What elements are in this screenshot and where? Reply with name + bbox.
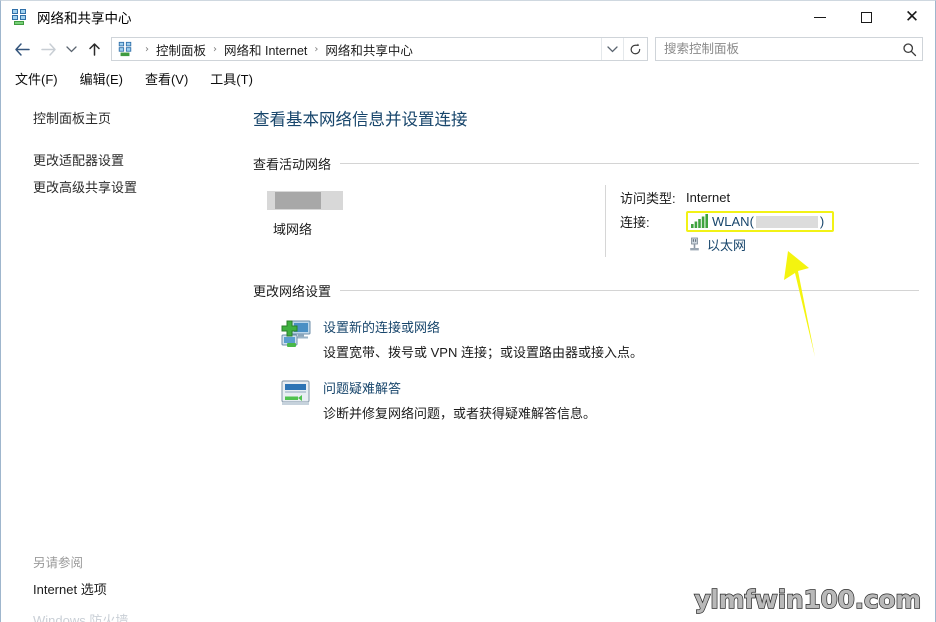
- address-bar[interactable]: › 控制面板 › 网络和 Internet › 网络和共享中心: [111, 37, 648, 61]
- breadcrumb-item-2[interactable]: 网络和共享中心: [324, 40, 414, 59]
- title-bar: 网络和共享中心 ✕: [1, 1, 935, 33]
- wlan-paren-close: ): [819, 213, 825, 229]
- option-troubleshoot[interactable]: 问题疑难解答 诊断并修复网络问题，或者获得疑难解答信息。: [253, 377, 919, 422]
- minimize-button[interactable]: [797, 1, 843, 33]
- breadcrumb-separator: ›: [213, 43, 218, 55]
- recent-locations-button[interactable]: [61, 36, 81, 62]
- wlan-connection-wrap: WLAN(): [686, 210, 835, 232]
- see-also-section: 另请参阅 Internet 选项 Windows 防火墙: [1, 552, 233, 622]
- wlan-link[interactable]: WLAN(): [712, 214, 824, 229]
- ethernet-link[interactable]: 以太网: [707, 235, 746, 254]
- menu-file[interactable]: 文件(F): [13, 67, 60, 90]
- menu-bar: 文件(F) 编辑(E) 查看(V) 工具(T): [1, 65, 935, 91]
- address-dropdown-button[interactable]: [601, 38, 623, 60]
- breadcrumb-item-0[interactable]: 控制面板: [155, 40, 207, 59]
- active-network-identity: 域网络: [253, 185, 605, 257]
- minimize-icon: [814, 16, 826, 18]
- see-also-title: 另请参阅: [33, 556, 84, 570]
- maximize-icon: [860, 11, 872, 23]
- up-arrow-icon: [88, 42, 100, 56]
- connections-label: 连接:: [620, 214, 650, 230]
- search-icon: [896, 42, 922, 57]
- active-network-details: 访问类型: Internet 连接: WLAN() 以太网: [605, 185, 919, 257]
- network-sharing-icon: [10, 8, 28, 26]
- option-new-connection[interactable]: 设置新的连接或网络 设置宽带、拨号或 VPN 连接；或设置路由器或接入点。: [253, 316, 919, 361]
- access-type-label: 访问类型:: [620, 190, 676, 206]
- breadcrumb-separator: ›: [314, 43, 319, 55]
- access-type-row: 访问类型: Internet: [620, 187, 919, 207]
- wlan-highlight-box: WLAN(): [686, 210, 835, 232]
- search-box[interactable]: [655, 37, 923, 61]
- window-body: 控制面板主页 更改适配器设置 更改高级共享设置 另请参阅 Internet 选项…: [1, 91, 935, 622]
- option-new-connection-title[interactable]: 设置新的连接或网络: [323, 317, 643, 336]
- menu-view[interactable]: 查看(V): [143, 67, 190, 90]
- active-networks-header: 查看活动网络: [253, 154, 919, 173]
- main-content: 查看基本网络信息并设置连接 查看活动网络 域网络 访问类型: Internet: [233, 91, 935, 622]
- ethernet-connection-row: 以太网: [687, 235, 919, 254]
- sidebar-item-control-panel-home[interactable]: 控制面板主页: [1, 105, 233, 133]
- back-arrow-icon: [14, 42, 30, 56]
- change-settings-header: 更改网络设置: [253, 281, 919, 300]
- wlan-ssid-redacted: [755, 216, 818, 229]
- window-title: 网络和共享中心: [37, 11, 132, 26]
- see-also-item-internet-options[interactable]: Internet 选项: [1, 579, 233, 610]
- up-button[interactable]: [81, 36, 107, 62]
- forward-button[interactable]: [35, 36, 61, 62]
- back-button[interactable]: [9, 36, 35, 62]
- change-settings-label: 更改网络设置: [253, 284, 332, 299]
- address-bar-row: › 控制面板 › 网络和 Internet › 网络和共享中心: [1, 33, 935, 65]
- wlan-paren-open: (: [749, 213, 754, 229]
- close-icon: ✕: [904, 6, 920, 27]
- sidebar: 控制面板主页 更改适配器设置 更改高级共享设置 另请参阅 Internet 选项…: [1, 91, 233, 622]
- breadcrumb-separator: ›: [145, 43, 149, 55]
- option-new-connection-body: 设置新的连接或网络 设置宽带、拨号或 VPN 连接；或设置路由器或接入点。: [323, 316, 643, 361]
- chevron-down-icon: [607, 46, 618, 53]
- option-troubleshoot-title[interactable]: 问题疑难解答: [323, 378, 596, 397]
- section-divider: [340, 163, 919, 164]
- network-name-redacted: [267, 191, 343, 210]
- maximize-button[interactable]: [843, 1, 889, 33]
- sidebar-item-change-advanced-sharing[interactable]: 更改高级共享设置: [1, 174, 233, 202]
- active-network-row: 域网络 访问类型: Internet 连接: WLAN() 以太网: [253, 185, 919, 257]
- menu-edit[interactable]: 编辑(E): [78, 67, 125, 90]
- watermark: ylmfwin100.com: [694, 584, 922, 614]
- close-button[interactable]: ✕: [889, 1, 935, 33]
- wlan-label: WLAN: [712, 213, 750, 229]
- refresh-button[interactable]: [623, 38, 647, 60]
- menu-tools[interactable]: 工具(T): [208, 67, 255, 90]
- window-controls: ✕: [797, 1, 935, 33]
- see-also-item-windows-firewall[interactable]: Windows 防火墙: [1, 610, 233, 622]
- option-troubleshoot-desc: 诊断并修复网络问题，或者获得疑难解答信息。: [323, 406, 597, 421]
- sidebar-item-change-adapter-settings[interactable]: 更改适配器设置: [1, 147, 233, 175]
- refresh-icon: [630, 43, 641, 54]
- option-new-connection-desc: 设置宽带、拨号或 VPN 连接；或设置路由器或接入点。: [323, 345, 643, 360]
- wifi-signal-icon: [691, 214, 708, 228]
- new-connection-icon: [279, 316, 313, 350]
- section-divider: [340, 290, 919, 291]
- page-title: 查看基本网络信息并设置连接: [253, 111, 468, 129]
- chevron-down-icon: [65, 46, 77, 53]
- troubleshoot-icon: [279, 377, 313, 411]
- breadcrumb-item-1[interactable]: 网络和 Internet: [223, 40, 308, 59]
- active-networks-label: 查看活动网络: [253, 157, 332, 172]
- network-type-label: 域网络: [273, 222, 313, 237]
- forward-arrow-icon: [40, 42, 56, 56]
- breadcrumb: › 控制面板 › 网络和 Internet › 网络和共享中心: [139, 40, 601, 59]
- control-panel-icon: [117, 41, 133, 57]
- search-input[interactable]: [656, 42, 896, 56]
- access-type-value: Internet: [686, 189, 731, 205]
- ethernet-plug-icon: [687, 237, 702, 252]
- network-sharing-center-window: 网络和共享中心 ✕ › 控制面板 › 网络和 Internet › 网络和共享中…: [0, 0, 936, 622]
- connections-row: 连接: WLAN(): [620, 210, 919, 232]
- option-troubleshoot-body: 问题疑难解答 诊断并修复网络问题，或者获得疑难解答信息。: [323, 377, 596, 422]
